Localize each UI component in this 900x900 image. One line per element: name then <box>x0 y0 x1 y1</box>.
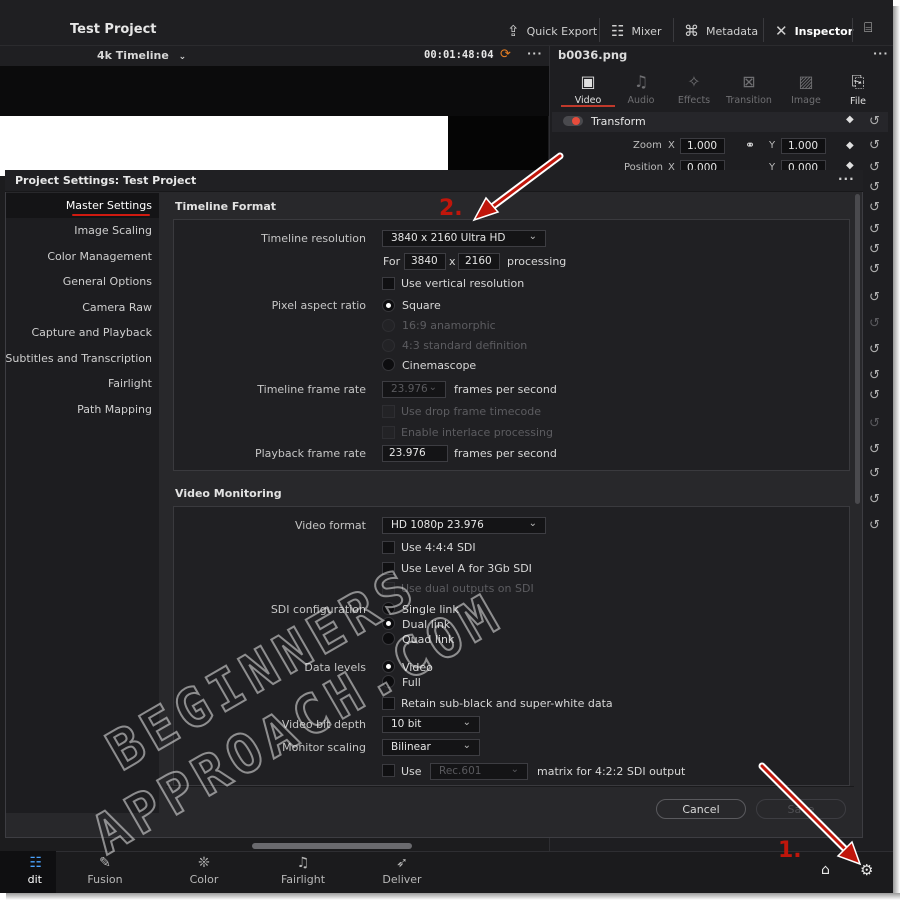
drop-shadow <box>6 893 900 900</box>
watermark: BEGINNERS APPROACH.COM <box>80 554 514 868</box>
annotation-overlay: BEGINNERS APPROACH.COM <box>80 152 862 868</box>
step-1-label: 1. <box>778 838 802 863</box>
step-2-label: 2. <box>439 196 463 221</box>
step1-arrow <box>758 762 862 866</box>
drop-shadow <box>893 6 900 900</box>
step2-arrow <box>472 152 564 222</box>
resolve-window: Test Project ⇪ Quick Export ☷ Mixer ⌘ Me… <box>0 0 893 893</box>
